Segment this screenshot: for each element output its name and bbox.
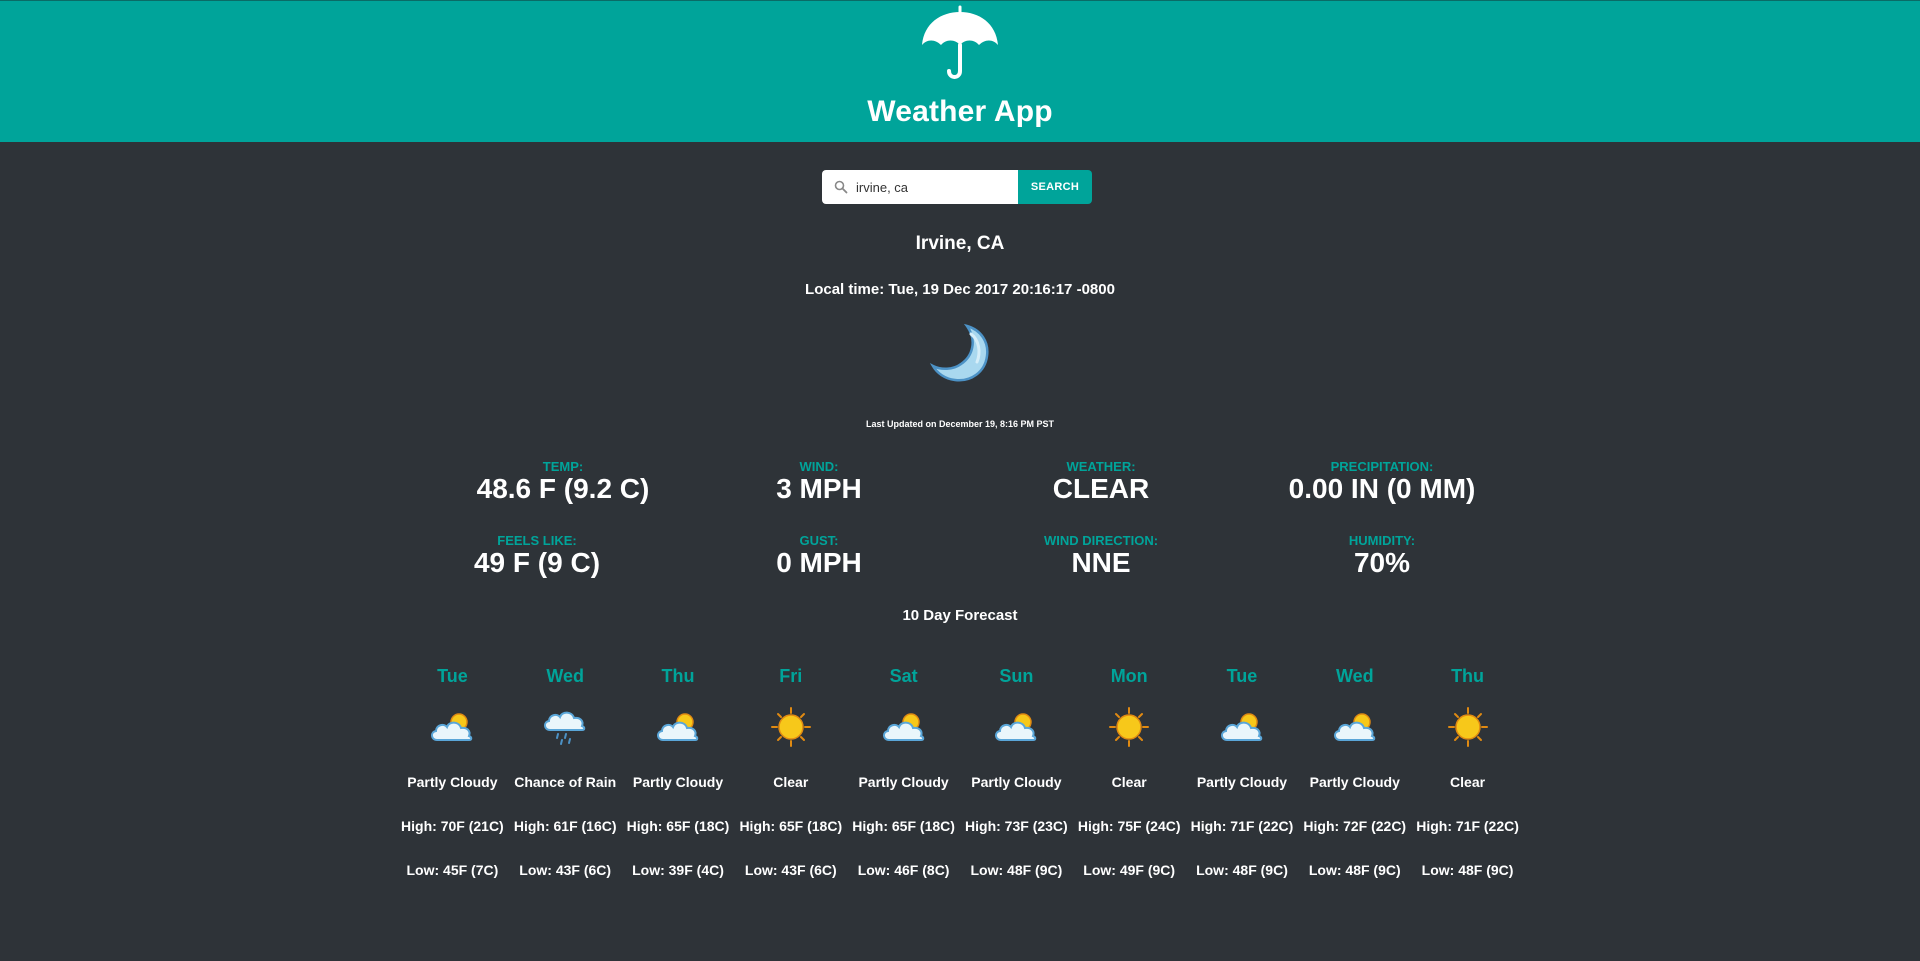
forecast-high: High: 65F (18C): [739, 818, 843, 834]
stat-gust: Gust: 0 MPH: [669, 533, 969, 578]
forecast-day: Fri Clear High: 65F (18C) Low: 43F (6C): [734, 666, 847, 880]
stat-value: Clear: [1052, 473, 1150, 504]
stat-label: Gust:: [799, 533, 839, 548]
stat-value: 0 MPH: [776, 547, 862, 578]
forecast-low: Low: 46F (8C): [857, 862, 950, 878]
forecast-high: High: 71F (22C): [1190, 818, 1294, 834]
stat-label: Wind Direction:: [1043, 533, 1159, 548]
forecast-low: Low: 49F (9C): [1083, 862, 1176, 878]
forecast-high: High: 73F (23C): [965, 818, 1068, 834]
search-input[interactable]: [856, 179, 1006, 195]
stat-precipitation: Precipitation: 0.00 in (0 mm): [1232, 459, 1532, 504]
forecast-condition: Clear: [1450, 774, 1486, 790]
stat-weather: Weather: Clear: [951, 459, 1251, 504]
forecast-low: Low: 48F (9C): [1196, 862, 1288, 878]
stat-wind-direction: Wind Direction: NNE: [951, 533, 1251, 578]
local-time: Local time: Tue, 19 Dec 2017 20:16:17 -0…: [805, 281, 1115, 298]
stat-value: NNE: [1071, 547, 1131, 578]
search-button[interactable]: SEARCH: [1018, 170, 1092, 204]
app-header: Weather App: [0, 0, 1920, 142]
forecast-high: High: 61F (16C): [513, 818, 617, 834]
sun-icon: [770, 707, 811, 747]
forecast-day: Mon Clear High: 75F (24C) Low: 49F (9C): [1073, 666, 1186, 880]
search-field[interactable]: [822, 170, 1018, 204]
forecast-list: Tue Partly Cloudy High: 70F (21C) Low: 4…: [396, 666, 1524, 880]
forecast-day-name: Mon: [1110, 666, 1148, 686]
forecast-day: Wed Partly Cloudy High: 72F (22C) Low: 4…: [1298, 666, 1411, 880]
forecast-condition: Clear: [773, 774, 809, 790]
stat-value: 3 MPH: [776, 473, 862, 504]
stat-value: 48.6 F (9.2 C): [476, 473, 650, 504]
forecast-high: High: 75F (24C): [1077, 818, 1181, 834]
forecast-day: Sat Partly Cloudy High: 65F (18C) Low: 4…: [847, 666, 960, 880]
partly-cloudy-icon: [995, 713, 1037, 741]
stat-label: Temp:: [542, 459, 584, 474]
forecast-day-name: Fri: [779, 666, 803, 686]
forecast-high: High: 65F (18C): [852, 818, 955, 834]
stat-label: Wind:: [799, 459, 839, 474]
forecast-condition: Partly Cloudy: [407, 774, 498, 790]
forecast-day-name: Thu: [661, 666, 695, 686]
forecast-day: Sun Partly Cloudy High: 73F (23C) Low: 4…: [960, 666, 1073, 880]
forecast-day-name: Tue: [437, 666, 468, 686]
forecast-low: Low: 48F (9C): [970, 862, 1063, 878]
sun-icon: [1447, 707, 1488, 747]
search-icon: [834, 180, 848, 194]
forecast-low: Low: 48F (9C): [1421, 862, 1514, 878]
forecast-day-name: Sun: [999, 666, 1034, 686]
forecast-day-name: Thu: [1451, 666, 1485, 686]
forecast-day: Wed Chance of Rain High: 61F (16C) Low: …: [509, 666, 622, 880]
forecast-high: High: 65F (18C): [626, 818, 730, 834]
partly-cloudy-icon: [656, 713, 699, 741]
search-bar: SEARCH: [822, 170, 1092, 204]
forecast-day: Tue Partly Cloudy High: 70F (21C) Low: 4…: [396, 666, 509, 880]
stat-label: Weather:: [1066, 459, 1136, 474]
partly-cloudy-icon: [882, 713, 924, 741]
sun-icon: [1109, 707, 1150, 747]
partly-cloudy-icon: [431, 713, 473, 741]
stat-feels-like: Feels Like: 49 F (9 C): [387, 533, 687, 578]
forecast-day: Thu Partly Cloudy High: 65F (18C) Low: 3…: [622, 666, 735, 880]
forecast-low: Low: 45F (7C): [406, 862, 499, 878]
partly-cloudy-icon: [1220, 713, 1263, 741]
forecast-condition: Partly Cloudy: [632, 774, 724, 790]
stat-humidity: Humidity: 70%: [1232, 533, 1532, 578]
location-name: Irvine, CA: [915, 233, 1005, 254]
partly-cloudy-icon: [1333, 713, 1375, 741]
forecast-condition: Partly Cloudy: [1309, 774, 1400, 790]
stat-wind: Wind: 3 MPH: [669, 459, 969, 504]
forecast-title: 10 Day Forecast: [902, 607, 1018, 624]
current-weather-icon: [0, 320, 1920, 391]
forecast-day: Thu Clear High: 71F (22C) Low: 48F (9C): [1411, 666, 1524, 880]
stat-value: 70%: [1353, 547, 1411, 578]
stat-value: 0.00 in (0 mm): [1288, 473, 1476, 504]
forecast-low: Low: 39F (4C): [632, 862, 724, 878]
forecast-condition: Clear: [1111, 774, 1147, 790]
stat-label: Precipitation:: [1330, 459, 1434, 474]
stat-label: Humidity:: [1348, 533, 1416, 548]
stat-temp: Temp: 48.6 F (9.2 C): [413, 459, 713, 504]
forecast-low: Low: 43F (6C): [744, 862, 837, 878]
forecast-condition: Partly Cloudy: [1196, 774, 1288, 790]
forecast-day: Tue Partly Cloudy High: 71F (22C) Low: 4…: [1186, 666, 1299, 880]
forecast-low: Low: 48F (9C): [1308, 862, 1401, 878]
stat-value: 49 F (9 C): [473, 547, 601, 578]
forecast-condition: Partly Cloudy: [858, 774, 949, 790]
app-title: Weather App: [867, 95, 1053, 128]
umbrella-icon: [922, 5, 998, 79]
last-updated: Last Updated on December 19, 8:16 PM PST: [865, 419, 1055, 429]
forecast-day-name: Tue: [1226, 666, 1258, 686]
forecast-condition: Chance of Rain: [514, 774, 617, 790]
forecast-high: High: 71F (22C): [1416, 818, 1519, 834]
forecast-high: High: 70F (21C): [401, 818, 504, 834]
forecast-high: High: 72F (22C): [1303, 818, 1407, 834]
forecast-condition: Partly Cloudy: [971, 774, 1062, 790]
moon-icon: [929, 323, 989, 382]
rain-icon: [544, 711, 586, 745]
forecast-low: Low: 43F (6C): [519, 862, 612, 878]
forecast-day-name: Wed: [1335, 666, 1374, 686]
forecast-day-name: Sat: [889, 666, 918, 686]
stat-label: Feels Like:: [497, 533, 577, 548]
forecast-day-name: Wed: [546, 666, 585, 686]
